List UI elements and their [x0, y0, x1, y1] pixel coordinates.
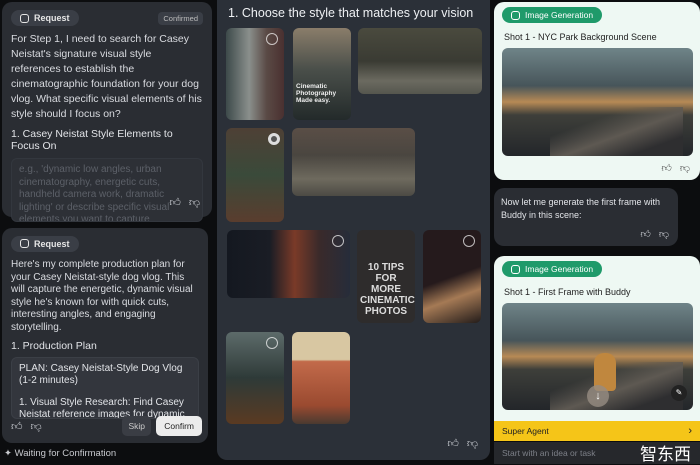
sparkle-icon: ✦	[4, 448, 12, 459]
image-icon	[511, 264, 520, 274]
super-agent-label: Super Agent	[502, 426, 549, 436]
thumbs-up-icon[interactable]: 👍︎	[169, 196, 181, 209]
waiting-label: Waiting for Confirmation	[14, 448, 117, 459]
style-image-8[interactable]	[423, 230, 481, 323]
status-badge: Confirmed	[158, 11, 203, 25]
thumbs-down-icon[interactable]: 👎︎	[659, 228, 669, 240]
chevron-right-icon: ›	[688, 425, 692, 437]
download-icon[interactable]: ↓	[587, 385, 609, 407]
style-selection-panel: 1. Choose the style that matches your vi…	[217, 0, 490, 460]
thumbs-up-icon[interactable]: 👍︎	[11, 420, 23, 433]
status-text: ✦ Waiting for Confirmation	[4, 448, 116, 459]
style-image-5[interactable]	[292, 128, 415, 196]
image-caption: Cinematic Photography Made easy.	[296, 83, 337, 104]
select-radio[interactable]	[268, 133, 280, 145]
section-label: 1. Production Plan	[11, 340, 97, 352]
panel-title: 1. Choose the style that matches your vi…	[228, 6, 474, 20]
watermark: 智东西	[640, 445, 691, 465]
badge-label: Image Generation	[525, 10, 594, 20]
request-card-2: Request Here's my complete production pl…	[2, 228, 208, 443]
image-icon	[511, 10, 520, 20]
style-image-1[interactable]	[226, 28, 284, 120]
style-elements-input[interactable]: e.g., 'dynamic low angles, urban cinemat…	[11, 158, 203, 222]
request-text: For Step 1, I need to search for Casey N…	[11, 33, 202, 120]
style-image-9[interactable]	[226, 332, 284, 424]
style-image-6[interactable]	[227, 230, 350, 298]
image-gen-card-1: Image Generation Shot 1 - NYC Park Backg…	[494, 2, 700, 180]
image-caption: 10 TIPS FOR MORE CINEMATIC PHOTOS	[360, 262, 415, 317]
confirm-button[interactable]: Confirm	[156, 416, 202, 436]
select-radio[interactable]	[463, 235, 475, 247]
super-agent-bar[interactable]: Super Agent ›	[494, 421, 700, 441]
request-badge: Request	[11, 235, 79, 252]
generated-image-buddy[interactable]: ↓ ✎	[502, 303, 693, 410]
badge-label: Request	[34, 13, 70, 23]
message-text: Now let me generate the first frame with…	[501, 197, 661, 220]
style-image-3[interactable]	[358, 28, 482, 94]
robot-icon	[20, 239, 29, 248]
generated-image-park[interactable]	[502, 48, 693, 156]
question-label: 1. Casey Neistat Style Elements to Focus…	[11, 128, 173, 152]
edit-magic-icon[interactable]: ✎	[671, 385, 687, 401]
request-badge: Request	[11, 10, 79, 26]
select-radio[interactable]	[266, 33, 278, 45]
plan-box[interactable]: PLAN: Casey Neistat-Style Dog Vlog (1-2 …	[11, 357, 199, 419]
thumbs-down-icon[interactable]: 👎︎	[680, 162, 690, 174]
thumbs-down-icon[interactable]: 👎︎	[467, 437, 478, 450]
style-image-2[interactable]: Cinematic Photography Made easy.	[293, 28, 351, 120]
thumbs-up-icon[interactable]: 👍︎	[447, 437, 459, 450]
request-card-1: Request Confirmed For Step 1, I need to …	[2, 2, 212, 222]
thumbs-up-icon[interactable]: 👍︎	[640, 228, 650, 240]
image-generation-badge: Image Generation	[502, 261, 603, 277]
thumbs-up-icon[interactable]: 👍︎	[661, 162, 671, 174]
shot-title: Shot 1 - First Frame with Buddy	[504, 287, 631, 297]
plan-title: PLAN: Casey Neistat-Style Dog Vlog (1-2 …	[19, 363, 183, 386]
thumbs-down-icon[interactable]: 👎︎	[31, 420, 42, 433]
select-radio[interactable]	[332, 235, 344, 247]
badge-label: Image Generation	[525, 264, 594, 274]
style-image-7[interactable]: 10 TIPS FOR MORE CINEMATIC PHOTOS	[357, 230, 415, 323]
image-gen-card-2: Image Generation Shot 1 - First Frame wi…	[494, 256, 700, 426]
badge-label: Request	[34, 238, 70, 249]
style-image-10[interactable]	[292, 332, 350, 424]
thumbs-down-icon[interactable]: 👎︎	[189, 196, 200, 209]
robot-icon	[20, 13, 29, 23]
shot-title: Shot 1 - NYC Park Background Scene	[504, 32, 657, 42]
style-image-4[interactable]	[226, 128, 284, 222]
assistant-message: Now let me generate the first frame with…	[494, 188, 678, 246]
plan-intro-text: Here's my complete production plan for y…	[11, 259, 193, 333]
image-generation-badge: Image Generation	[502, 7, 603, 23]
select-radio[interactable]	[266, 337, 278, 349]
skip-button[interactable]: Skip	[122, 416, 151, 436]
